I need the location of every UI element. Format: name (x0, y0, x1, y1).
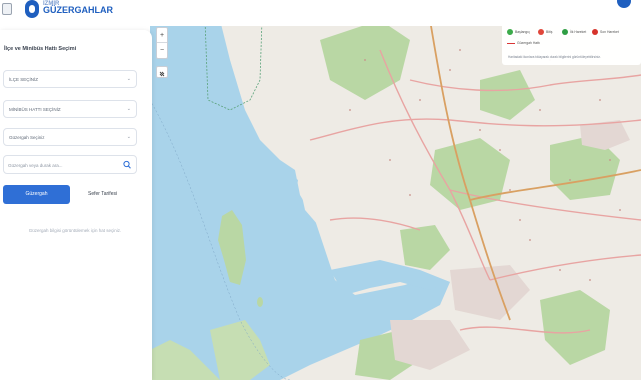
first-departure-icon (562, 29, 568, 35)
app-logo-icon[interactable] (25, 0, 39, 18)
legend-note: Haritadaki ikonlara tıklayarak durak bil… (508, 55, 601, 59)
start-marker-icon (507, 29, 513, 35)
legend-last-label: Son Hareket (600, 30, 619, 34)
map-canvas[interactable] (150, 20, 641, 380)
map-tiles (150, 20, 641, 380)
legend-first-label: İlk Hareket (570, 30, 587, 34)
minibus-line-select[interactable]: MİNİBÜS HATTI SEÇİNİZ ⌄ (3, 100, 137, 118)
user-avatar[interactable] (617, 0, 631, 8)
zoom-in-button[interactable]: + (157, 28, 167, 43)
panel-title: İlçe ve Minibüs Hattı Seçimi (4, 46, 77, 52)
app-root: + − Başlangıç Bitiş İlk Hareket Son Hare… (0, 0, 641, 380)
route-select-value: Güzergah Seçiniz (9, 135, 45, 140)
app-header: İZMİR GÜZERGAHLAR (0, 0, 641, 26)
zoom-out-button[interactable]: − (157, 43, 167, 58)
district-select[interactable]: İLÇE SEÇİNİZ ⌄ (3, 70, 137, 88)
route-selection-panel: İlçe ve Minibüs Hattı Seçimi İLÇE SEÇİNİ… (0, 30, 152, 380)
chevron-down-icon: ⌄ (126, 76, 131, 82)
legend-route-label: Güzergah Hattı (517, 41, 540, 45)
brand: İZMİR GÜZERGAHLAR (43, 0, 113, 15)
brand-title: GÜZERGAHLAR (43, 5, 113, 15)
schedule-button[interactable]: Sefer Tarifesi (88, 191, 117, 197)
legend-end-label: Bitiş (546, 30, 553, 34)
empty-state-hint: Güzergah bilgisi görüntülemek için hat s… (28, 228, 122, 233)
end-marker-icon (538, 29, 544, 35)
zoom-control: + − (156, 27, 168, 59)
municipality-logo[interactable] (2, 3, 12, 15)
route-line-icon (507, 43, 515, 44)
layers-icon (159, 71, 165, 77)
chevron-down-icon: ⌄ (126, 134, 131, 140)
search-box (3, 155, 137, 174)
last-departure-icon (592, 29, 598, 35)
line-select-value: MİNİBÜS HATTI SEÇİNİZ (9, 107, 61, 112)
legend-start-label: Başlangıç (515, 30, 530, 34)
chevron-down-icon: ⌄ (126, 106, 131, 112)
layers-button[interactable] (156, 66, 168, 78)
search-icon[interactable] (122, 159, 132, 171)
route-select[interactable]: Güzergah Seçiniz ⌄ (3, 128, 137, 146)
search-input[interactable] (8, 160, 118, 170)
route-button[interactable]: Güzergah (3, 185, 70, 204)
district-select-value: İLÇE SEÇİNİZ (9, 77, 39, 82)
map-legend: Başlangıç Bitiş İlk Hareket Son Hareket … (502, 23, 641, 65)
